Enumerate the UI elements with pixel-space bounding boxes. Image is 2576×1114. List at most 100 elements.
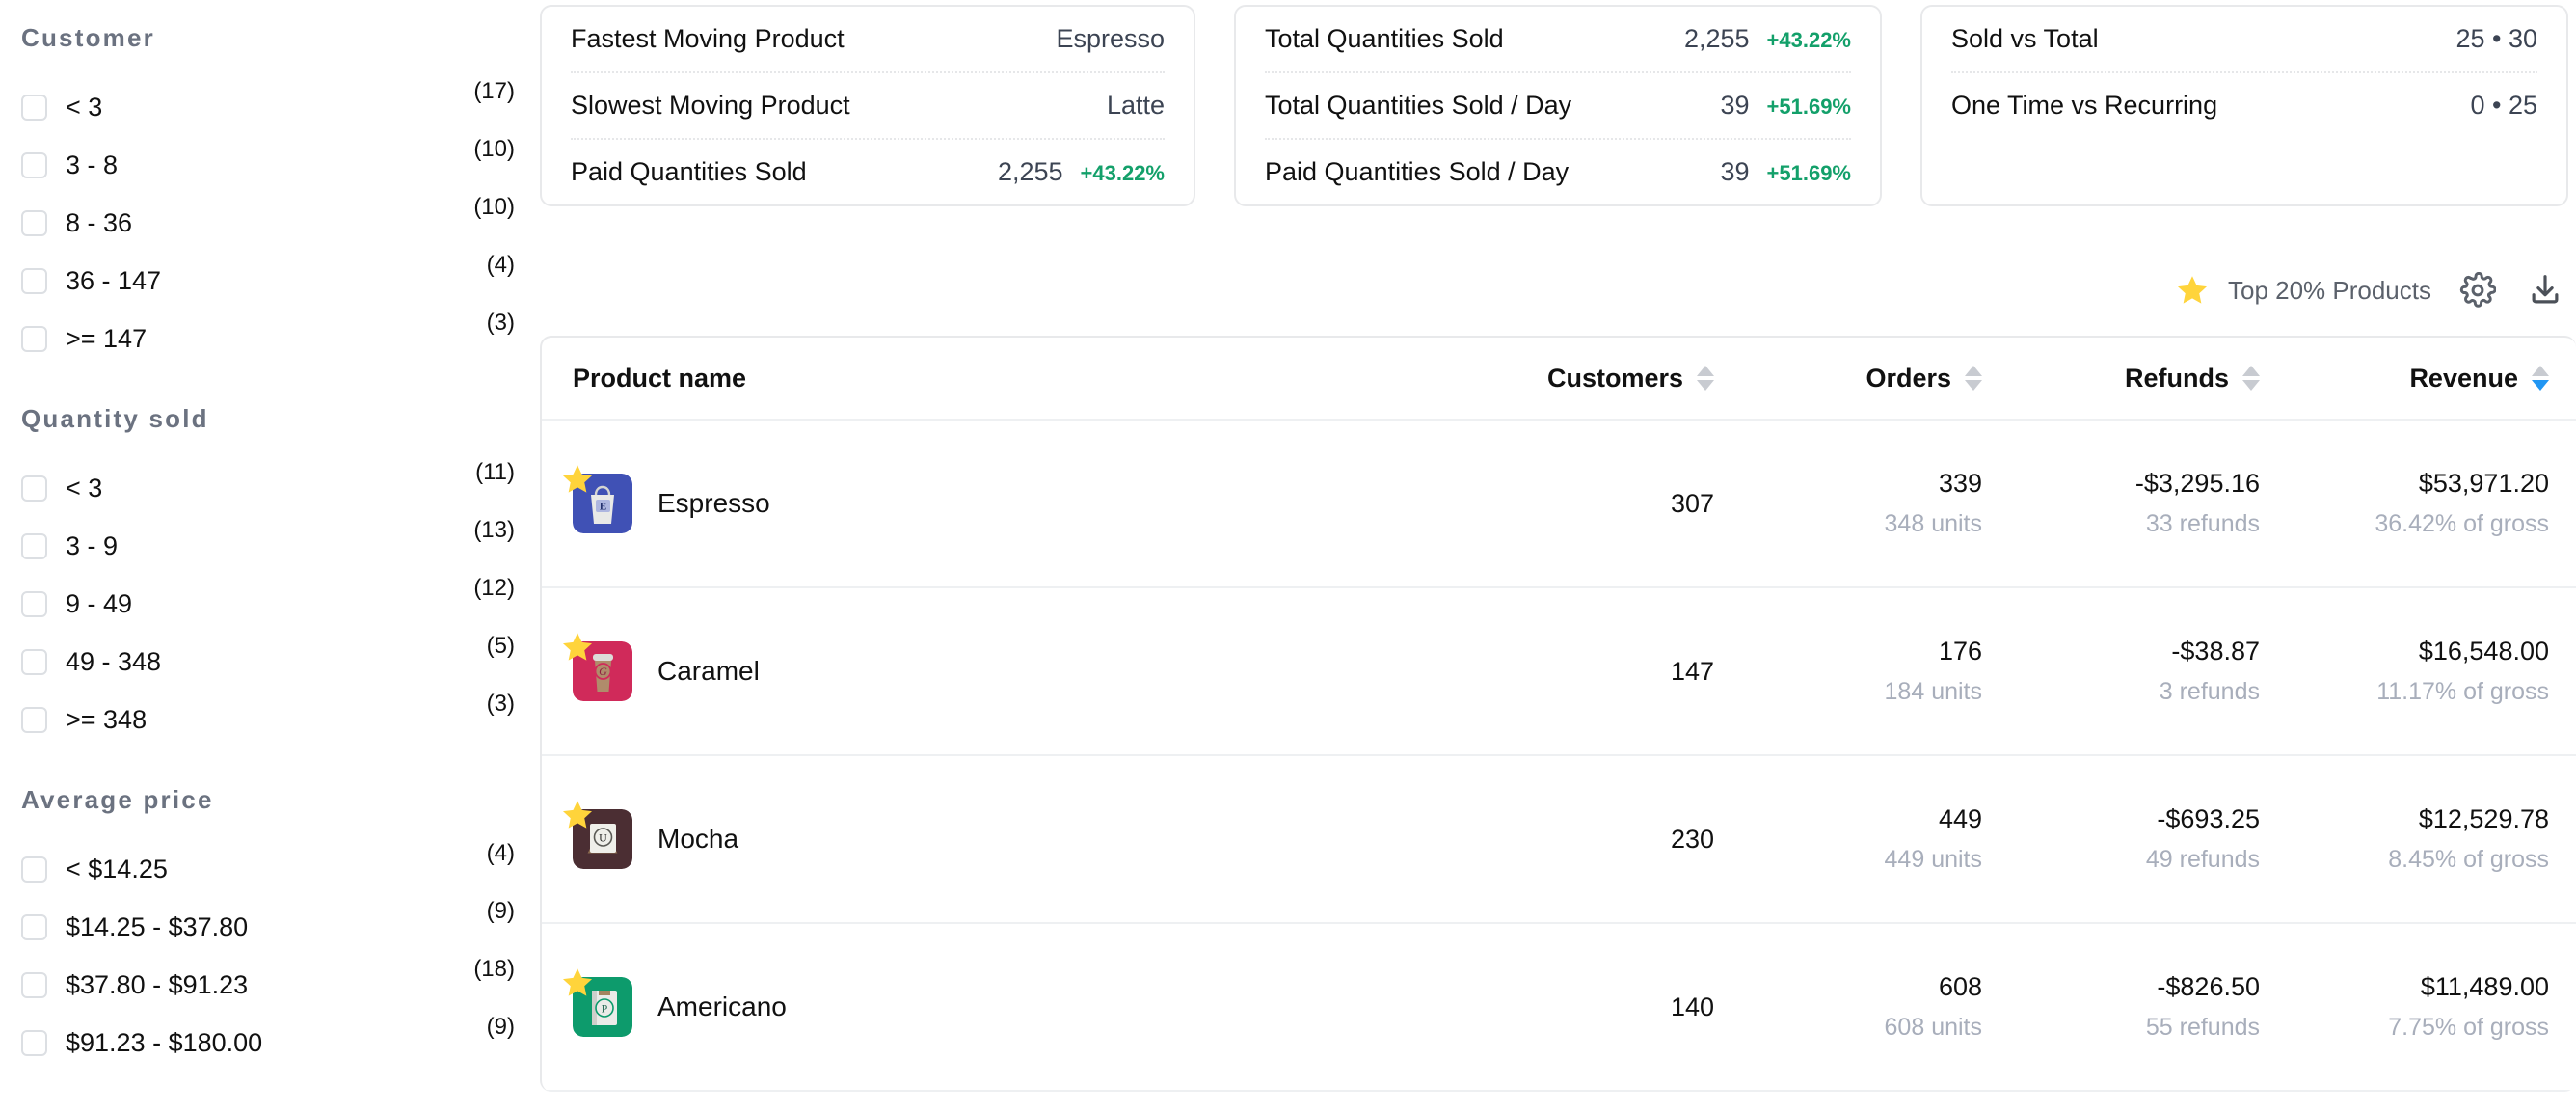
facet-option[interactable]: 3 - 9 (13) bbox=[0, 517, 540, 575]
facet-option-label: < $14.25 bbox=[66, 854, 168, 883]
revenue-cell: $16,548.00 11.17% of gross bbox=[2260, 637, 2549, 706]
revenue-percent: 36.42% of gross bbox=[2375, 510, 2549, 537]
orders-units: 449 units bbox=[1884, 846, 1982, 873]
facet-option[interactable]: < $14.25 (4) bbox=[0, 840, 540, 898]
table-row[interactable]: G Caramel 147 176 184 units -$38.87 3 refunds $… bbox=[542, 588, 2576, 756]
star-icon bbox=[561, 631, 594, 664]
revenue-value: $11,489.00 bbox=[2420, 972, 2549, 1001]
facet-option[interactable]: $14.25 - $37.80 (9) bbox=[0, 898, 540, 956]
kpi-card: Total Quantities Sold 2,255 +43.22% Total Q… bbox=[1234, 5, 1882, 206]
facet-checkbox[interactable] bbox=[21, 856, 47, 883]
product-cell[interactable]: E Espresso bbox=[562, 465, 1425, 533]
col-header-refunds[interactable]: Refunds bbox=[1982, 364, 2260, 394]
download-icon[interactable] bbox=[2524, 269, 2566, 312]
kpi-line: One Time vs Recurring 0 • 25 bbox=[1951, 71, 2537, 138]
facet-checkbox[interactable] bbox=[21, 325, 47, 352]
facet-option[interactable]: 3 - 8 (10) bbox=[0, 136, 540, 194]
orders-cell: 339 348 units bbox=[1714, 469, 1982, 538]
table-row[interactable]: U Mocha 230 449 449 units -$693.25 49 refunds $… bbox=[542, 756, 2576, 924]
revenue-cell: $11,489.00 7.75% of gross bbox=[2260, 972, 2549, 1042]
star-icon bbox=[561, 799, 594, 831]
facet-option-count: (9) bbox=[486, 1014, 515, 1040]
facet-option[interactable]: < 3 (17) bbox=[0, 78, 540, 136]
product-cell[interactable]: G Caramel bbox=[562, 633, 1425, 701]
customers-value: 147 bbox=[1670, 656, 1714, 686]
facet-title: Quantity sold bbox=[21, 404, 209, 433]
facet-option-count: (10) bbox=[473, 136, 515, 162]
col-header-revenue[interactable]: Revenue bbox=[2260, 364, 2549, 394]
orders-cell: 608 608 units bbox=[1714, 972, 1982, 1042]
gear-icon[interactable] bbox=[2456, 269, 2499, 312]
kpi-values: 0 • 25 bbox=[2470, 91, 2537, 121]
facet-option[interactable]: 49 - 348 (5) bbox=[0, 633, 540, 691]
facet-option[interactable]: 8 - 36 (10) bbox=[0, 194, 540, 252]
orders-value: 449 bbox=[1938, 804, 1982, 833]
facet-option-count: (3) bbox=[486, 310, 515, 336]
facet-checkbox[interactable] bbox=[21, 971, 47, 998]
column-label: Refunds bbox=[2125, 363, 2229, 393]
revenue-cell: $12,529.78 8.45% of gross bbox=[2260, 804, 2549, 874]
facet-checkbox[interactable] bbox=[21, 267, 47, 294]
facet-option[interactable]: >= 147 (3) bbox=[0, 310, 540, 367]
facet-option[interactable]: 9 - 49 (12) bbox=[0, 575, 540, 633]
kpi-label: Slowest Moving Product bbox=[571, 91, 850, 120]
col-header-orders[interactable]: Orders bbox=[1714, 364, 1982, 394]
facet-option-count: (18) bbox=[473, 956, 515, 982]
kpi-delta: +51.69% bbox=[1766, 95, 1851, 119]
col-header-product-name: Product name bbox=[573, 364, 1425, 394]
analytics-page: Customer < 3 (17) 3 - 8 (10) 8 - 36 (10) 36 - 1… bbox=[0, 0, 2576, 1114]
kpi-label: Total Quantities Sold / Day bbox=[1265, 91, 1572, 120]
sort-toggle-icon[interactable] bbox=[2242, 366, 2260, 391]
product-thumbnail: E bbox=[562, 465, 632, 533]
orders-cell: 176 184 units bbox=[1714, 637, 1982, 706]
kpi-values: 39 +51.69% bbox=[1720, 157, 1851, 187]
facet-checkbox[interactable] bbox=[21, 913, 47, 940]
svg-text:E: E bbox=[600, 502, 606, 513]
refunds-count: 33 refunds bbox=[2145, 510, 2260, 537]
kpi-values: Espresso bbox=[1056, 24, 1165, 54]
product-cell[interactable]: P Americano bbox=[562, 968, 1425, 1037]
facet-option[interactable]: >= 348 (3) bbox=[0, 691, 540, 748]
sort-toggle-icon[interactable] bbox=[1965, 366, 1982, 391]
kpi-delta: +51.69% bbox=[1766, 161, 1851, 185]
facet-option-count: (4) bbox=[486, 252, 515, 278]
facet-option-count: (10) bbox=[473, 194, 515, 220]
refunds-value: -$693.25 bbox=[2157, 804, 2260, 833]
table-row[interactable]: E Espresso 307 339 348 units -$3,295.16 33 ref… bbox=[542, 421, 2576, 588]
facet-checkbox[interactable] bbox=[21, 648, 47, 675]
facet-option-label: >= 348 bbox=[66, 704, 148, 734]
orders-cell: 449 449 units bbox=[1714, 804, 1982, 874]
facet-checkbox[interactable] bbox=[21, 94, 47, 121]
orders-value: 608 bbox=[1938, 972, 1982, 1001]
refunds-cell: -$826.50 55 refunds bbox=[1982, 972, 2260, 1042]
sort-toggle-icon[interactable] bbox=[1697, 366, 1714, 391]
facet-option-count: (9) bbox=[486, 898, 515, 924]
facet-option[interactable]: 36 - 147 (4) bbox=[0, 252, 540, 310]
facet-checkbox[interactable] bbox=[21, 151, 47, 178]
facet-option[interactable]: $91.23 - $180.00 (9) bbox=[0, 1014, 540, 1072]
facet-checkbox[interactable] bbox=[21, 532, 47, 559]
table-row[interactable]: P Americano 140 608 608 units -$826.50 55 refu… bbox=[542, 924, 2576, 1092]
facet-option[interactable]: $37.80 - $91.23 (18) bbox=[0, 956, 540, 1014]
col-header-customers[interactable]: Customers bbox=[1425, 364, 1714, 394]
kpi-values: 2,255 +43.22% bbox=[1684, 24, 1851, 54]
sort-toggle-icon[interactable] bbox=[2532, 366, 2549, 391]
facet-option[interactable]: < 3 (11) bbox=[0, 459, 540, 517]
orders-units: 348 units bbox=[1884, 510, 1982, 537]
product-cell[interactable]: U Mocha bbox=[562, 801, 1425, 869]
revenue-value: $16,548.00 bbox=[2418, 637, 2549, 666]
facet-checkbox[interactable] bbox=[21, 475, 47, 502]
star-icon bbox=[561, 966, 594, 999]
facet-checkbox[interactable] bbox=[21, 590, 47, 617]
facet-checkbox[interactable] bbox=[21, 706, 47, 733]
refunds-count: 55 refunds bbox=[2145, 1014, 2260, 1041]
product-name: Caramel bbox=[657, 656, 760, 686]
facet-checkbox[interactable] bbox=[21, 209, 47, 236]
top-products-label[interactable]: Top 20% Products bbox=[2228, 276, 2431, 306]
kpi-line: Slowest Moving Product Latte bbox=[571, 71, 1165, 138]
kpi-line: Fastest Moving Product Espresso bbox=[571, 7, 1165, 71]
refunds-cell: -$693.25 49 refunds bbox=[1982, 804, 2260, 874]
facet-checkbox[interactable] bbox=[21, 1029, 47, 1056]
table-body: E Espresso 307 339 348 units -$3,295.16 33 ref… bbox=[542, 421, 2576, 1092]
facet-option-label: $14.25 - $37.80 bbox=[66, 911, 249, 941]
